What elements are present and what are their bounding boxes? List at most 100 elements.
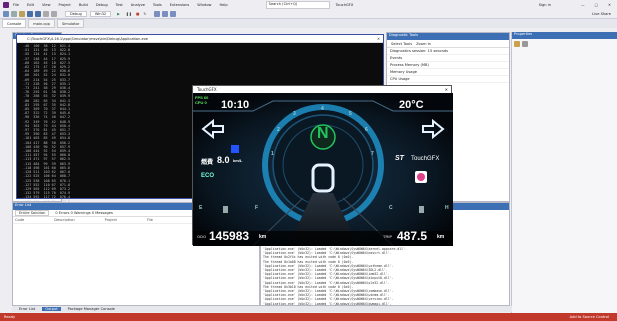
temperature: 20°C <box>399 99 424 111</box>
start-debug-icon[interactable]: ▶ <box>117 12 120 16</box>
fuel-pump-icon <box>223 206 228 213</box>
new-file-icon[interactable] <box>19 10 25 17</box>
forward-icon[interactable] <box>11 10 17 17</box>
doc-tab[interactable]: Console <box>2 19 27 28</box>
menu-item-help[interactable]: Help <box>219 3 227 7</box>
menu-item-window[interactable]: Window <box>197 3 211 7</box>
toolbar: Debug Win32 ▶ ❚❚ ■ ↻ Live Share <box>0 9 617 19</box>
scale-3: 3 <box>293 111 296 117</box>
console-close-icon[interactable]: ✕ <box>377 37 380 41</box>
step-out-icon[interactable] <box>170 10 177 17</box>
menu-item-test[interactable]: Test <box>116 3 123 7</box>
status-ready: Ready <box>4 315 16 319</box>
output-text: 'Application.exe' (Win32): Loaded 'C:\Wi… <box>263 247 407 306</box>
step-over-icon[interactable] <box>154 10 161 17</box>
simulator-caption: TouchGFX ✕ <box>193 86 451 93</box>
clock: 10:10 <box>221 99 250 111</box>
dashboard: FPS 60 CPU 0 10:10 20°C N 1 2 3 4 5 6 7 … <box>193 93 453 246</box>
scale-6: 6 <box>365 127 368 133</box>
odo-value: 145983 <box>209 229 250 243</box>
config-dropdown[interactable]: Debug <box>65 10 87 17</box>
menu-item-file[interactable]: File <box>13 3 19 7</box>
menu-item-build[interactable]: Build <box>79 3 88 7</box>
solution-name: TouchGFX <box>335 2 354 7</box>
bottom-tab[interactable]: Package Manager Console <box>65 307 118 311</box>
bottom-tab[interactable]: Output <box>42 307 61 311</box>
scale-1: 1 <box>271 151 274 157</box>
menu-item-analyze[interactable]: Analyze <box>131 3 145 7</box>
error-filter[interactable]: 0 Errors 0 Warnings 0 Messages <box>55 211 112 215</box>
stop-icon[interactable]: ■ <box>136 12 139 16</box>
eco-indicator: ECO <box>201 173 215 179</box>
trip-value: 487.5 <box>397 229 428 243</box>
diag-toolbar: Select Tools Zoom In <box>387 40 509 48</box>
temp-gauge-icon <box>419 206 424 213</box>
scale-2: 2 <box>277 127 280 133</box>
diag-row: Memory Usage <box>387 69 509 76</box>
simulator-close-icon[interactable]: ✕ <box>445 87 448 92</box>
odo-unit: km <box>259 234 267 240</box>
scope-dropdown[interactable]: Entire Solution <box>15 210 50 216</box>
document-tabs: Console main.cpp Simulator <box>0 19 617 28</box>
platform-dropdown[interactable]: Win32 <box>89 10 112 17</box>
error-column-header[interactable]: Description <box>54 218 74 222</box>
live-share-button[interactable]: Live Share <box>592 12 611 16</box>
brand-logo-icon <box>417 173 425 181</box>
menu-bar: File Edit View Project Build Debug Test Analyze… <box>13 3 236 7</box>
doc-tab[interactable]: Simulator <box>56 19 85 28</box>
diag-tool-button[interactable]: Zoom In <box>416 42 431 46</box>
trip-label: TRIP <box>383 234 393 239</box>
error-column-header[interactable]: Code <box>15 218 24 222</box>
console-caption: C:\TouchGFX\4.16.1\app\Simulator\msvs\bi… <box>17 35 383 43</box>
vendor-logo: ST <box>395 155 404 162</box>
scale-5: 5 <box>349 111 352 117</box>
fuel-efficiency-unit: km/L <box>233 158 243 163</box>
close-icon[interactable]: ✕ <box>608 3 611 7</box>
bottom-tab[interactable]: Error List <box>16 307 38 311</box>
categorized-icon[interactable] <box>514 41 520 47</box>
alphabetical-icon[interactable] <box>522 41 528 47</box>
redo-icon[interactable] <box>51 10 57 17</box>
status-bar: Ready Add to Source Control <box>0 313 617 321</box>
dashboard-graphics <box>193 93 453 246</box>
menu-item-debug[interactable]: Debug <box>96 3 108 7</box>
menu-item-extensions[interactable]: Extensions <box>170 3 190 7</box>
pause-icon[interactable]: ❚❚ <box>126 12 132 16</box>
console-caption-text: C:\TouchGFX\4.16.1\app\Simulator\msvs\bi… <box>27 36 148 41</box>
diag-row: Events <box>387 55 509 62</box>
gauge-e-label: E <box>199 205 203 211</box>
menu-item-edit[interactable]: Edit <box>27 3 34 7</box>
source-control-button[interactable]: Add to Source Control <box>570 315 609 319</box>
properties-panel: Properties <box>511 32 617 317</box>
save-all-icon[interactable] <box>35 10 41 17</box>
doc-tab[interactable]: main.cpp <box>28 19 55 28</box>
search-input[interactable]: Search (Ctrl+Q) <box>265 0 330 9</box>
error-column-header[interactable]: Project <box>105 218 117 222</box>
properties-header: Properties <box>512 32 617 39</box>
gauge-c-label: C <box>389 205 393 211</box>
diag-row: Diagnostics session: 15 seconds <box>387 48 509 55</box>
minimize-icon[interactable]: — <box>581 3 585 7</box>
high-beam-indicator <box>231 145 239 153</box>
fuel-efficiency-value: 8.0 <box>217 155 230 165</box>
step-into-icon[interactable] <box>162 10 169 17</box>
error-column-header[interactable]: File <box>147 218 153 222</box>
fuel-efficiency-label: 燃費 <box>201 160 214 166</box>
menu-item-project[interactable]: Project <box>59 3 71 7</box>
sign-in-link[interactable]: Sign in <box>539 3 551 7</box>
diag-header: Diagnostic Tools <box>387 33 509 40</box>
cpu-label: CPU 0 <box>195 100 207 105</box>
diag-tool-button[interactable]: Select Tools <box>391 42 412 46</box>
title-bar: File Edit View Project Build Debug Test Analyze… <box>0 0 617 9</box>
back-icon[interactable] <box>3 10 9 17</box>
save-icon[interactable] <box>27 10 33 17</box>
maximize-icon[interactable]: □ <box>595 3 598 7</box>
gauge-h-label: H <box>445 205 449 211</box>
menu-item-tools[interactable]: Tools <box>153 3 162 7</box>
menu-item-view[interactable]: View <box>42 3 51 7</box>
undo-icon[interactable] <box>43 10 49 17</box>
restart-icon[interactable]: ↻ <box>143 12 146 16</box>
vs-logo-icon <box>3 1 9 8</box>
scale-7: 7 <box>371 151 374 157</box>
simulator-window[interactable]: TouchGFX ✕ FPS 60 CPU 0 10:10 20°C N 1 2… <box>192 85 453 246</box>
